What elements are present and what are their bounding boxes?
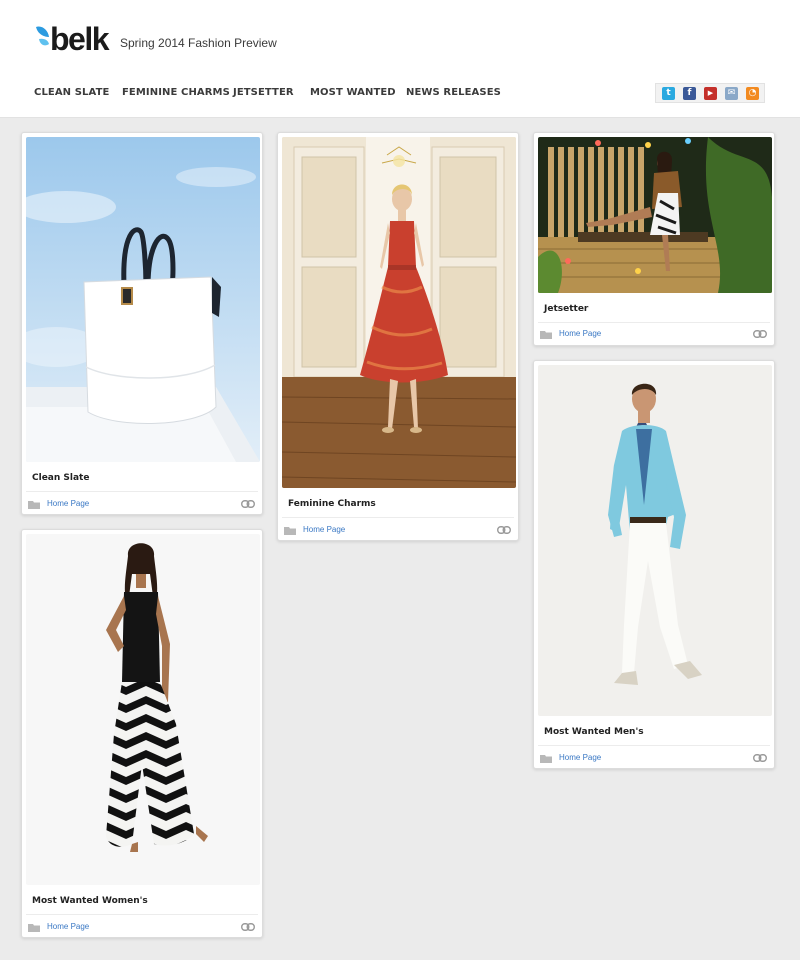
email-icon[interactable]: ✉ — [725, 87, 738, 100]
card-title[interactable]: Feminine Charms — [288, 499, 376, 509]
site-header: belk Spring 2014 Fashion Preview CLEAN S… — [0, 0, 800, 118]
link-icon[interactable] — [241, 500, 255, 508]
card-jetsetter[interactable]: Jetsetter Home Page — [533, 132, 775, 346]
card-divider — [538, 322, 770, 323]
nav-news-releases[interactable]: NEWS RELEASES — [406, 87, 501, 98]
card-most-wanted-womens[interactable]: Most Wanted Women's Home Page — [21, 529, 263, 938]
link-icon[interactable] — [241, 923, 255, 931]
link-icon[interactable] — [497, 526, 511, 534]
folder-icon — [540, 331, 552, 339]
nav-feminine-charms[interactable]: FEMININE CHARMS — [122, 87, 230, 98]
nav-jetsetter[interactable]: JETSETTER — [233, 87, 294, 98]
woman-on-bamboo-bench-photo[interactable] — [538, 137, 772, 293]
card-title[interactable]: Most Wanted Women's — [32, 896, 148, 906]
home-page-link[interactable]: Home Page — [559, 329, 601, 338]
butterfly-icon: belk — [36, 24, 111, 56]
chevron-maxi-skirt-photo[interactable] — [26, 534, 260, 885]
nav-most-wanted[interactable]: MOST WANTED — [310, 87, 396, 98]
card-divider — [26, 491, 258, 492]
svg-text:belk: belk — [50, 24, 110, 56]
rss-icon[interactable]: ◔ — [746, 87, 759, 100]
card-title[interactable]: Most Wanted Men's — [544, 727, 644, 737]
card-feminine-charms[interactable]: Feminine Charms Home Page — [277, 132, 519, 541]
card-title[interactable]: Jetsetter — [544, 304, 588, 314]
home-page-link[interactable]: Home Page — [47, 922, 89, 931]
home-page-link[interactable]: Home Page — [559, 753, 601, 762]
light-blue-blazer-photo[interactable] — [538, 365, 772, 716]
card-clean-slate[interactable]: Clean Slate Home Page — [21, 132, 263, 515]
folder-icon — [28, 924, 40, 932]
youtube-icon[interactable]: ▶ — [704, 87, 717, 100]
facebook-icon[interactable]: f — [683, 87, 696, 100]
card-title[interactable]: Clean Slate — [32, 473, 89, 483]
link-icon[interactable] — [753, 330, 767, 338]
red-floral-dress-photo[interactable] — [282, 137, 516, 488]
nav-clean-slate[interactable]: CLEAN SLATE — [34, 87, 109, 98]
site-tagline: Spring 2014 Fashion Preview — [120, 36, 277, 50]
social-icons-bar: t f ▶ ✉ ◔ — [655, 83, 765, 103]
link-icon[interactable] — [753, 754, 767, 762]
home-page-link[interactable]: Home Page — [303, 525, 345, 534]
folder-icon — [284, 527, 296, 535]
home-page-link[interactable]: Home Page — [47, 499, 89, 508]
folder-icon — [28, 501, 40, 509]
card-divider — [26, 914, 258, 915]
card-divider — [282, 517, 514, 518]
card-divider — [538, 745, 770, 746]
card-most-wanted-mens[interactable]: Most Wanted Men's Home Page — [533, 360, 775, 769]
white-tote-bag-photo[interactable] — [26, 137, 260, 462]
belk-logo[interactable]: belk — [34, 24, 124, 56]
twitter-icon[interactable]: t — [662, 87, 675, 100]
folder-icon — [540, 755, 552, 763]
